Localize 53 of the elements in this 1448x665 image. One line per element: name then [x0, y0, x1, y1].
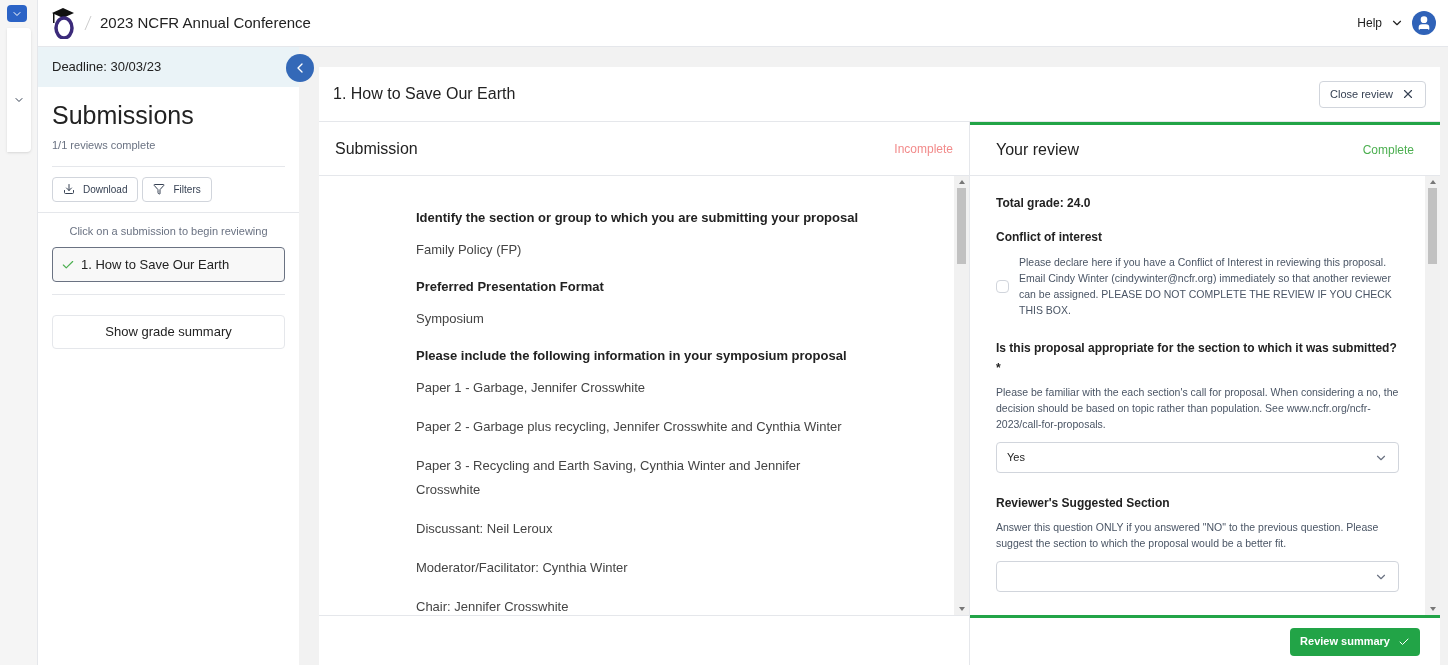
scrollbar[interactable]	[954, 176, 969, 615]
answer-text: Chair: Jennifer Crosswhite	[416, 598, 570, 615]
filters-button[interactable]: Filters	[142, 176, 212, 202]
filter-icon	[153, 183, 166, 195]
dropdown-button[interactable]	[7, 5, 27, 22]
total-grade: Total grade: 24.0	[996, 195, 1092, 212]
answer-text: Paper 2 - Garbage plus recycling, Jennifer Crosswhite and Cynthia Winter	[416, 418, 843, 436]
answer-text: Symposium	[416, 310, 485, 328]
help-text: Please be familiar with the each section's call for proposal. When considering a no, the decision should be based on topic rather than population. See www.ncfr.org/ncfr-2023/call-for-proposals.	[996, 385, 1399, 432]
scroll-up-arrow-icon[interactable]	[1429, 180, 1436, 184]
deadline-banner: Deadline: 30/03/23	[38, 47, 299, 87]
status-label: Complete	[1362, 142, 1414, 158]
checkbox-label: Please declare here if you have a Conflict of Interest in reviewing this proposal. Email Cindy Winter (cindywinter@ncfr.org) immediately so that another reviewer can be assigned. PLEASE DO NOT COMPLETE THE REVIEW IF YOU CHECK THIS BOX.	[1019, 255, 1393, 318]
status-label: Incomplete	[894, 140, 953, 157]
breadcrumb-separator-icon	[84, 15, 92, 31]
question-label: Identify the section or group to which you are submitting your proposal	[416, 209, 860, 227]
question-label: Please include the following information in your symposium proposal	[416, 347, 848, 365]
answer-text: Paper 3 - Recycling and Earth Saving, Cynthia Winter and Jennifer Crosswhite	[416, 457, 802, 499]
scrollbar-thumb[interactable]	[957, 188, 966, 264]
scrollbar[interactable]	[1425, 176, 1440, 615]
download-icon	[63, 183, 75, 195]
field-label: Reviewer's Suggested Section	[996, 495, 1171, 512]
panel-title: Your review	[996, 140, 1079, 160]
collapse-sidebar-button[interactable]	[286, 54, 314, 82]
scroll-down-arrow-icon[interactable]	[1429, 607, 1436, 611]
field-label: Conflict of interest	[996, 229, 1103, 246]
answer-text: Family Policy (FP)	[416, 241, 523, 259]
close-review-button[interactable]: Close review	[1319, 80, 1426, 108]
answer-text: Moderator/Facilitator: Cynthia Winter	[416, 559, 629, 577]
download-button[interactable]: Download	[52, 176, 139, 202]
help-text: Answer this question ONLY if you answered "NO" to the previous question. Please suggest the section to which the proposal would be a better fit.	[996, 520, 1380, 551]
submission-title: 1. How to Save Our Earth	[333, 84, 516, 104]
answer-text: Paper 1 - Garbage, Jennifer Crosswhite	[416, 379, 647, 397]
select-field[interactable]: Yes	[996, 442, 1399, 473]
scroll-up-arrow-icon[interactable]	[958, 180, 965, 184]
select-field[interactable]	[996, 561, 1399, 592]
conference-title: 2023 NCFR Annual Conference	[100, 12, 311, 33]
scroll-down-arrow-icon[interactable]	[958, 607, 965, 611]
graduation-cap-logo-icon	[50, 7, 76, 39]
submissions-heading: Submissions	[52, 100, 195, 131]
checkbox[interactable]	[996, 279, 1009, 293]
answer-text: Discussant: Neil Leroux	[416, 520, 554, 538]
user-avatar-icon[interactable]	[1412, 11, 1436, 35]
field-label: Is this proposal appropriate for the section to which it was submitted? *	[996, 340, 1398, 377]
panel-title: Submission	[335, 138, 418, 159]
reviews-count-text: 1/1 reviews complete	[52, 138, 157, 153]
close-icon	[1401, 87, 1415, 101]
submission-item[interactable]: 1. How to Save Our Earth	[52, 247, 285, 282]
show-grade-summary-button[interactable]: Show grade summary	[52, 315, 285, 349]
hint-text: Click on a submission to begin reviewing	[68, 223, 269, 239]
question-label: Preferred Presentation Format	[416, 278, 605, 296]
scrollbar-thumb[interactable]	[1428, 188, 1437, 264]
help-menu[interactable]: Help	[1357, 15, 1404, 31]
